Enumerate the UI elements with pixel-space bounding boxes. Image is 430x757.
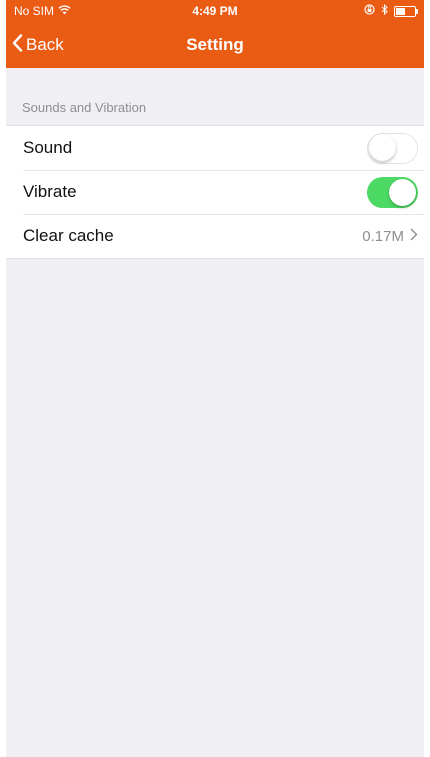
sound-toggle[interactable] [367,132,418,164]
battery-icon [394,5,418,17]
toggle-knob [368,134,396,161]
navigation-bar: Back Setting [6,22,424,68]
status-bar: No SIM 4:49 PM [6,0,424,22]
settings-screen: No SIM 4:49 PM Back Setting Sounds and V… [6,0,424,757]
cache-size-group: 0.17M [362,228,418,245]
toggle-knob [389,178,416,206]
sound-row: Sound [6,126,424,170]
settings-group: Sound Vibrate Clear cache 0.17M [6,125,424,259]
cache-size-value: 0.17M [362,227,404,245]
clear-cache-row[interactable]: Clear cache 0.17M [6,214,424,258]
status-right-group [364,0,418,22]
clear-cache-label: Clear cache [23,226,114,245]
page-title: Setting [186,35,244,54]
vibrate-label: Vibrate [23,182,77,201]
chevron-right-icon [410,228,418,245]
vibrate-toggle[interactable] [367,176,418,208]
vibrate-row: Vibrate [6,170,424,214]
status-time: 4:49 PM [192,4,238,18]
sound-label: Sound [23,138,73,157]
top-bar: No SIM 4:49 PM Back Setting [6,0,424,68]
orientation-lock-icon [364,0,375,22]
bluetooth-icon [381,0,388,22]
section-header: Sounds and Vibration [22,100,147,115]
